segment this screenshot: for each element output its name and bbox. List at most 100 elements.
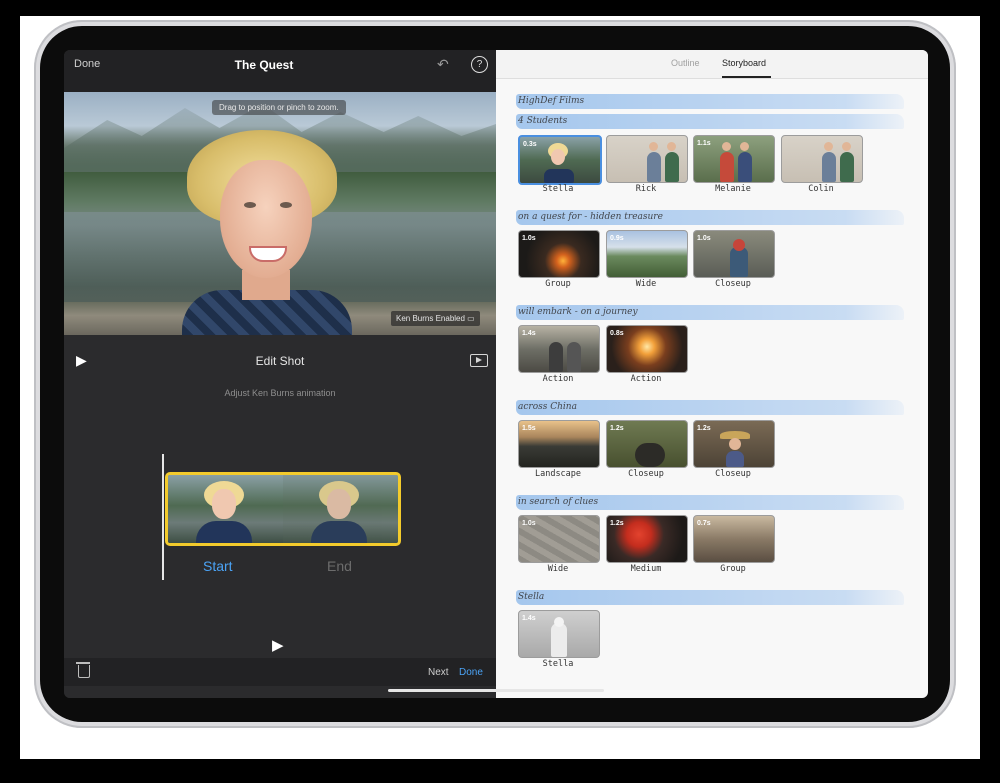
clip-duration: 0.8s [610,330,624,337]
undo-icon[interactable]: ↶ [437,56,449,73]
help-icon[interactable]: ? [471,56,488,73]
done-button-bottom[interactable]: Done [459,667,483,678]
playhead[interactable] [162,454,164,580]
clip-landscape[interactable]: 1.5s [518,420,600,468]
clip-stella-face [551,149,565,165]
clip-label-melanie: Melanie [715,184,751,194]
section-bar-stella[interactable] [516,590,904,605]
clip-melanie[interactable]: 1.1s [693,135,775,183]
clip-closeup-buffalo[interactable]: 1.2s [606,420,688,468]
clip-rick-figure-1 [647,152,661,182]
clip-action-rider-2 [567,342,581,372]
next-button[interactable]: Next [428,667,449,678]
clip-closeup-helmet [733,239,745,251]
ipad-screen: Done The Quest ↶ ? Drag to position or p… [64,50,928,698]
bottom-toolbar: Next Done [64,658,496,686]
clip-melanie-figure-2 [738,152,752,182]
clip-label-colin: Colin [808,184,834,194]
clip-label-wide: Wide [635,279,657,289]
ken-burns-badge[interactable]: Ken Burns Enabled ▭ [391,311,480,326]
preview-play-icon[interactable]: ▶ [272,636,284,654]
clip-rick[interactable] [606,135,688,183]
trash-icon[interactable] [76,662,90,678]
clip-stella[interactable]: 0.3s [518,135,602,185]
subject-eye-left [244,202,256,208]
end-frame-thumbnail[interactable] [283,475,398,543]
fullscreen-play-icon[interactable] [470,354,488,367]
clip-rick-figure-2 [665,152,679,182]
tab-outline[interactable]: Outline [671,58,700,68]
clip-wide-2[interactable]: 1.0s [518,515,600,563]
section-bar-students[interactable] [516,114,904,129]
clip-duration: 0.7s [697,520,711,527]
tab-storyboard[interactable]: Storyboard [722,58,766,68]
clip-closeup-figure [730,247,748,277]
clip-melanie-head-1 [722,142,731,151]
subject-eye-right [280,202,292,208]
start-thumb-face [212,489,236,519]
clip-duration: 1.0s [522,235,536,242]
clip-label-landscape: Landscape [534,469,582,479]
clip-action-rider-1 [549,342,563,372]
end-thumb-face [327,489,351,519]
view-tabs: Outline Storyboard [496,50,928,79]
adjust-ken-burns-label: Adjust Ken Burns animation [224,388,336,398]
clip-duration: 1.1s [697,140,711,147]
editor-pane: Done The Quest ↶ ? Drag to position or p… [64,50,496,698]
clip-label-medium: Medium [630,564,662,574]
home-indicator[interactable] [388,689,604,692]
clip-colin-figure-1 [822,152,836,182]
tab-selected-indicator [722,76,771,78]
clip-colin-head-2 [842,142,851,151]
end-label[interactable]: End [327,558,352,574]
clip-label-action-2: Action [630,374,662,384]
clip-duration: 1.2s [610,425,624,432]
clip-medium[interactable]: 1.2s [606,515,688,563]
clip-action-1[interactable]: 1.4s [518,325,600,373]
clip-action-2[interactable]: 0.8s [606,325,688,373]
section-title-journey: will embark - on a journey [518,307,638,317]
clip-closeup-hat[interactable]: 1.2s [693,420,775,468]
ken-burns-clip-strip[interactable] [165,472,401,546]
clip-label-stella: Stella [542,184,574,194]
clip-label-action-1: Action [542,374,574,384]
section-title-china: across China [518,402,577,412]
section-title-students: 4 Students [518,116,568,126]
clip-hat-face [729,438,741,450]
project-title: The Quest [234,58,294,72]
clip-buffalo-shape [635,443,665,467]
clip-stella-placeholder[interactable]: 1.4s [518,610,600,658]
clip-duration: 1.2s [697,425,711,432]
video-viewer[interactable]: Drag to position or pinch to zoom. Ken B… [64,92,496,335]
start-label[interactable]: Start [203,558,233,574]
clip-group-2[interactable]: 0.7s [693,515,775,563]
clip-closeup[interactable]: 1.0s [693,230,775,278]
start-frame-thumbnail[interactable] [168,475,283,543]
clip-group[interactable]: 1.0s [518,230,600,278]
viewer-hint: Drag to position or pinch to zoom. [212,100,346,115]
clip-label-wide-2: Wide [547,564,569,574]
clip-duration: 1.0s [697,235,711,242]
top-toolbar: Done The Quest ↶ ? [64,50,496,92]
ken-burns-icon: ▭ [467,314,475,323]
clip-label-closeup-3: Closeup [715,469,751,479]
clip-duration: 0.3s [523,141,537,148]
edit-shot-bar: ▶ Edit Shot [64,348,496,376]
clip-colin-head-1 [824,142,833,151]
clip-colin[interactable] [781,135,863,183]
clip-label-rick: Rick [635,184,657,194]
start-thumb-shirt [196,521,252,543]
clip-label-group-2: Group [720,564,746,574]
clip-colin-figure-2 [840,152,854,182]
clip-duration: 1.2s [610,520,624,527]
clip-silhouette-body [551,623,567,657]
section-title-clues: in search of clues [518,497,599,507]
edit-shot-label: Edit Shot [255,354,305,368]
section-title-quest: on a quest for - hidden treasure [518,212,663,222]
clip-silhouette-head [554,617,564,627]
clip-wide[interactable]: 0.9s [606,230,688,278]
end-thumb-shirt [311,521,367,543]
clip-stella-shirt [544,169,574,183]
section-title-stella: Stella [518,592,545,602]
clip-duration: 1.0s [522,520,536,527]
